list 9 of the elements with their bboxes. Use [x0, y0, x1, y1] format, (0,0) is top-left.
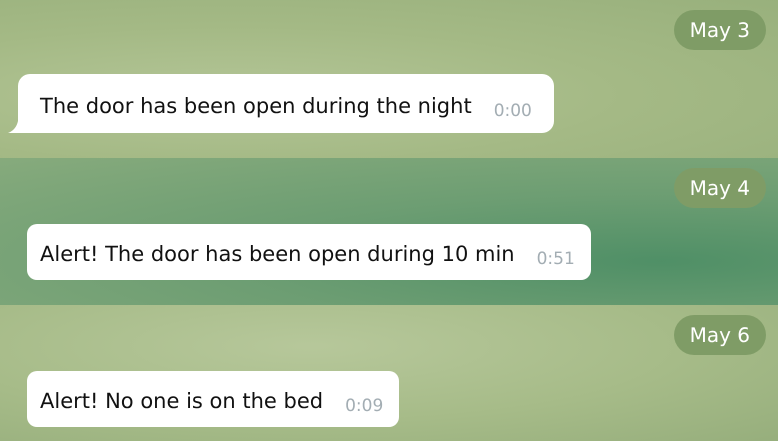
message-time: 0:51 — [536, 249, 575, 269]
message-text: Alert! The door has been open during 10 min — [40, 241, 515, 268]
message-time: 0:09 — [345, 396, 384, 416]
message-text: The door has been open during the night — [40, 93, 472, 120]
date-label: May 3 — [674, 10, 766, 50]
message-text: Alert! No one is on the bed — [40, 388, 324, 415]
date-label: May 4 — [674, 168, 766, 208]
date-label: May 6 — [674, 315, 766, 355]
message-time: 0:00 — [494, 101, 532, 121]
